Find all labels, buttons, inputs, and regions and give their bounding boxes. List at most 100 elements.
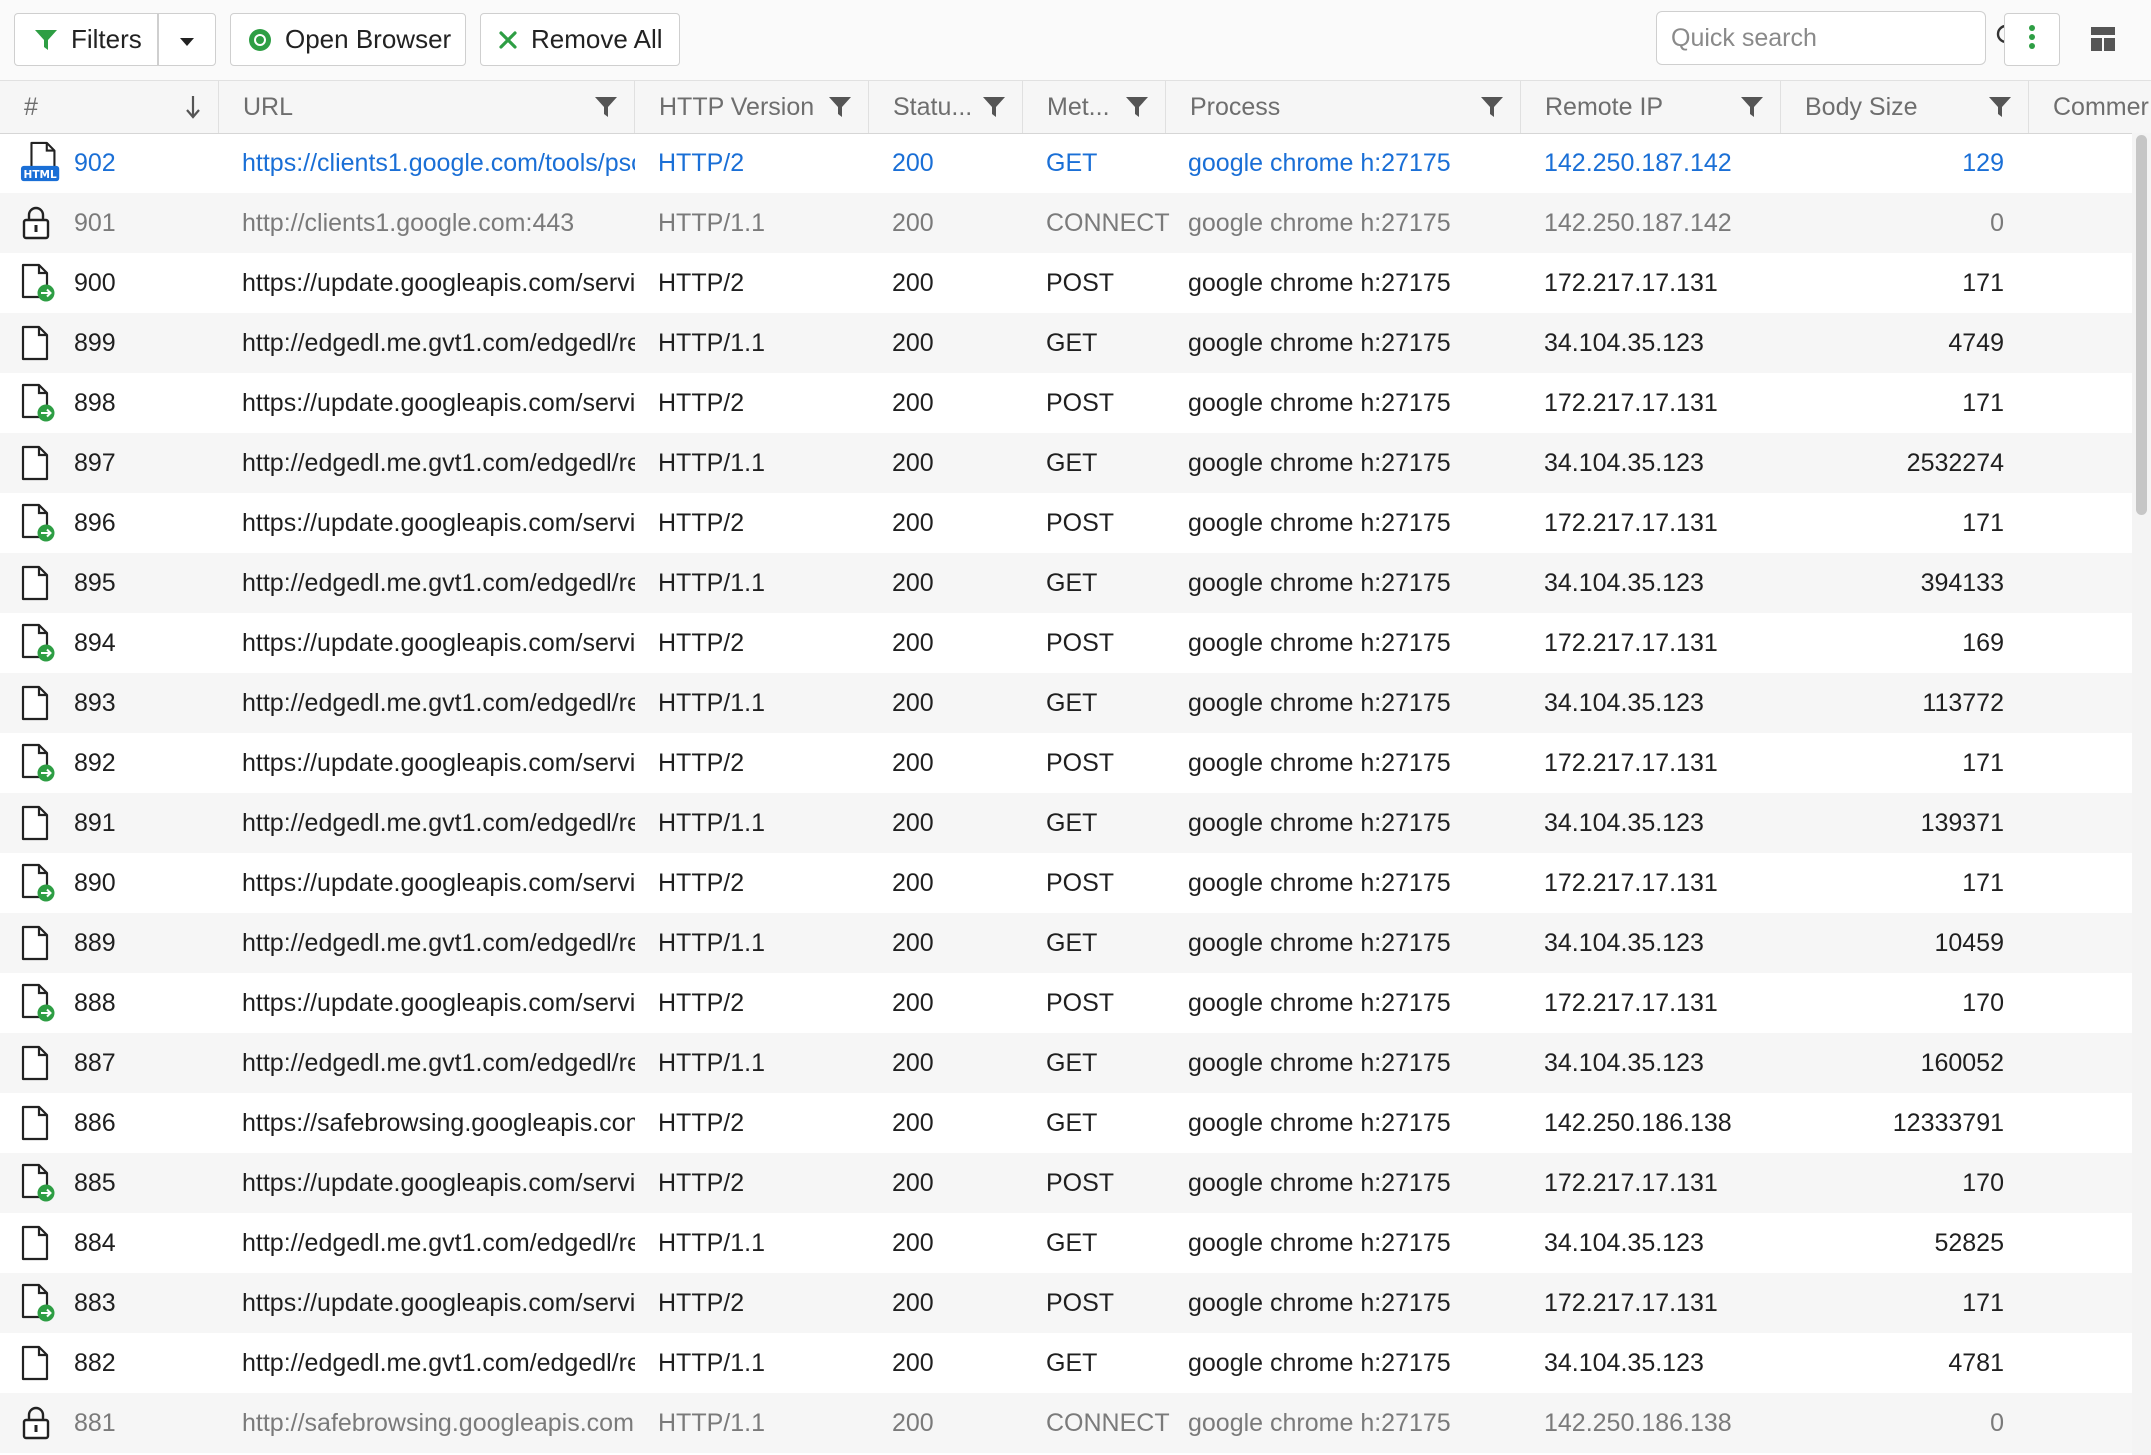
scrollbar-thumb[interactable]: [2136, 135, 2147, 515]
row-status: 200: [892, 989, 934, 1017]
table-row[interactable]: 895 http://edgedl.me.gvt1.com/edgedl/re HT…: [0, 553, 2132, 613]
row-remote-ip: 34.104.35.123: [1544, 1349, 1704, 1377]
quick-search-input[interactable]: [1669, 22, 1995, 54]
filter-icon[interactable]: [982, 95, 1006, 119]
row-status: 200: [892, 629, 934, 657]
column-header-http-version[interactable]: HTTP Version: [635, 81, 869, 133]
row-http-version: HTTP/2: [658, 1109, 745, 1137]
file-icon: [20, 793, 64, 853]
table-row[interactable]: 882 http://edgedl.me.gvt1.com/edgedl/re HT…: [0, 1333, 2132, 1393]
table-row[interactable]: 884 http://edgedl.me.gvt1.com/edgedl/re HT…: [0, 1213, 2132, 1273]
layout-grid-icon[interactable]: [2090, 26, 2116, 57]
row-method: GET: [1046, 1109, 1098, 1137]
sort-down-arrow-icon[interactable]: [184, 94, 202, 120]
table-row[interactable]: 893 http://edgedl.me.gvt1.com/edgedl/re HT…: [0, 673, 2132, 733]
table-row[interactable]: 881 http://safebrowsing.googleapis.com:44…: [0, 1393, 2132, 1453]
filter-icon[interactable]: [1988, 95, 2012, 119]
upload-file-icon: [20, 733, 64, 793]
table-row[interactable]: 886 https://safebrowsing.googleapis.com/H…: [0, 1093, 2132, 1153]
row-method: GET: [1046, 1349, 1098, 1377]
table-row[interactable]: 900 https://update.googleapis.com/service…: [0, 253, 2132, 313]
row-id: 891: [74, 809, 116, 837]
open-browser-button[interactable]: Open Browser: [230, 13, 466, 66]
kebab-icon: [2028, 24, 2036, 55]
quick-search-box[interactable]: [1656, 11, 2021, 65]
table-row[interactable]: 892 https://update.googleapis.com/service…: [0, 733, 2132, 793]
table-row[interactable]: HTML 902 https://clients1.google.com/tools…: [0, 133, 2132, 193]
app-window: Filters Open Browser Remove All Quick se…: [0, 0, 2151, 1455]
row-id: 889: [74, 929, 116, 957]
chrome-icon: [247, 27, 273, 53]
row-body-size: 139371: [1920, 809, 2004, 837]
table-row[interactable]: 888 https://update.googleapis.com/service…: [0, 973, 2132, 1033]
table-row[interactable]: 898 https://update.googleapis.com/service…: [0, 373, 2132, 433]
upload-file-icon: [20, 613, 64, 673]
table-row[interactable]: 894 https://update.googleapis.com/service…: [0, 613, 2132, 673]
row-method: CONNECT: [1046, 1409, 1170, 1437]
more-options-button[interactable]: [2004, 13, 2060, 66]
column-header-method[interactable]: Met...: [1023, 81, 1166, 133]
file-icon: [20, 1033, 64, 1093]
column-header-comment[interactable]: Commer: [2029, 81, 2151, 133]
row-method: GET: [1046, 329, 1098, 357]
row-body-size: 0: [1990, 209, 2004, 237]
table-row[interactable]: 899 http://edgedl.me.gvt1.com/edgedl/re HT…: [0, 313, 2132, 373]
row-url: https://update.googleapis.com/service: [242, 1169, 635, 1197]
html-file-icon: HTML: [20, 133, 64, 193]
row-method: POST: [1046, 749, 1115, 777]
filter-icon[interactable]: [594, 95, 618, 119]
row-remote-ip: 34.104.35.123: [1544, 1049, 1704, 1077]
row-url: http://clients1.google.com:443: [242, 209, 575, 237]
row-remote-ip: 142.250.186.138: [1544, 1109, 1732, 1137]
column-header-status[interactable]: Statu...: [869, 81, 1023, 133]
row-url: http://edgedl.me.gvt1.com/edgedl/re: [242, 689, 635, 717]
column-header-url[interactable]: URL: [219, 81, 635, 133]
row-http-version: HTTP/1.1: [658, 569, 765, 597]
table-row[interactable]: 889 http://edgedl.me.gvt1.com/edgedl/re HT…: [0, 913, 2132, 973]
row-url: http://edgedl.me.gvt1.com/edgedl/re: [242, 1349, 635, 1377]
table-row[interactable]: 883 https://update.googleapis.com/service…: [0, 1273, 2132, 1333]
row-id: 901: [74, 209, 116, 237]
row-process: google chrome h:27175: [1188, 1229, 1451, 1257]
filters-dropdown-button[interactable]: [158, 13, 216, 66]
table-row[interactable]: 885 https://update.googleapis.com/service…: [0, 1153, 2132, 1213]
column-header-remote-ip[interactable]: Remote IP: [1521, 81, 1781, 133]
filter-icon[interactable]: [1125, 95, 1149, 119]
table-row[interactable]: 891 http://edgedl.me.gvt1.com/edgedl/re HT…: [0, 793, 2132, 853]
row-url: https://update.googleapis.com/service: [242, 869, 635, 897]
filters-button[interactable]: Filters: [14, 13, 158, 66]
row-body-size: 171: [1962, 1289, 2004, 1317]
row-url: https://update.googleapis.com/service: [242, 509, 635, 537]
table-row[interactable]: 901 http://clients1.google.com:443 HTTP/1.…: [0, 193, 2132, 253]
column-header-id[interactable]: #: [0, 81, 219, 133]
session-table: HTML 902 https://clients1.google.com/tools…: [0, 133, 2132, 1455]
row-id: 886: [74, 1109, 116, 1137]
vertical-scrollbar[interactable]: [2132, 133, 2151, 1455]
table-row[interactable]: 896 https://update.googleapis.com/service…: [0, 493, 2132, 553]
row-url: https://clients1.google.com/tools/pso: [242, 149, 635, 177]
upload-file-icon: [20, 1273, 64, 1333]
row-id: 884: [74, 1229, 116, 1257]
column-header-process[interactable]: Process: [1166, 81, 1521, 133]
row-id: 899: [74, 329, 116, 357]
row-method: CONNECT: [1046, 209, 1170, 237]
row-status: 200: [892, 1109, 934, 1137]
table-row[interactable]: 890 https://update.googleapis.com/service…: [0, 853, 2132, 913]
remove-all-button[interactable]: Remove All: [480, 13, 680, 66]
column-header-body-size[interactable]: Body Size: [1781, 81, 2029, 133]
upload-file-icon: [20, 853, 64, 913]
close-x-icon: [497, 29, 519, 51]
table-row[interactable]: 897 http://edgedl.me.gvt1.com/edgedl/re HT…: [0, 433, 2132, 493]
row-status: 200: [892, 1169, 934, 1197]
filter-icon[interactable]: [1740, 95, 1764, 119]
row-body-size: 171: [1962, 269, 2004, 297]
row-remote-ip: 34.104.35.123: [1544, 449, 1704, 477]
row-http-version: HTTP/1.1: [658, 809, 765, 837]
table-row[interactable]: 887 http://edgedl.me.gvt1.com/edgedl/re HT…: [0, 1033, 2132, 1093]
filter-icon[interactable]: [828, 95, 852, 119]
row-id: 893: [74, 689, 116, 717]
row-http-version: HTTP/2: [658, 1169, 745, 1197]
row-method: GET: [1046, 1049, 1098, 1077]
row-body-size: 12333791: [1892, 1109, 2004, 1137]
filter-icon[interactable]: [1480, 95, 1504, 119]
